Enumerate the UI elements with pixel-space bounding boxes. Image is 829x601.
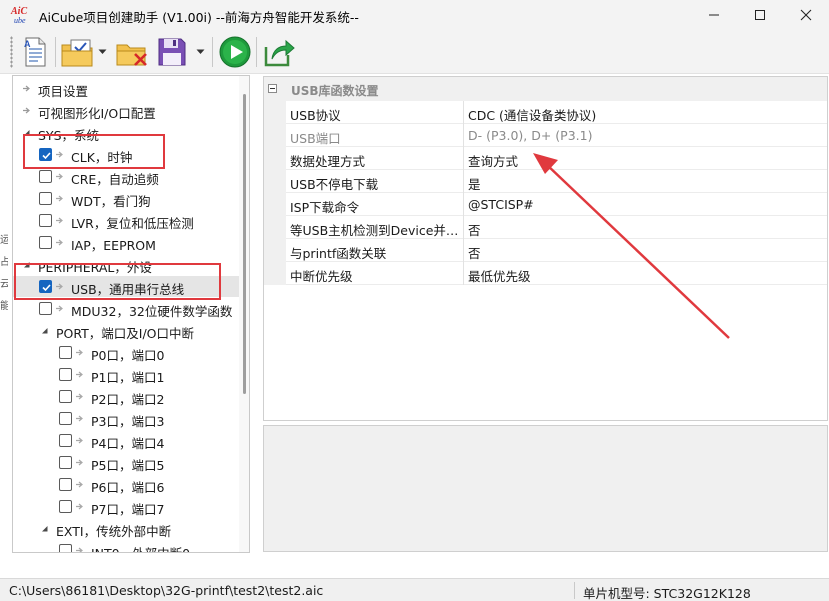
annotation-arrow-icon — [533, 153, 730, 339]
